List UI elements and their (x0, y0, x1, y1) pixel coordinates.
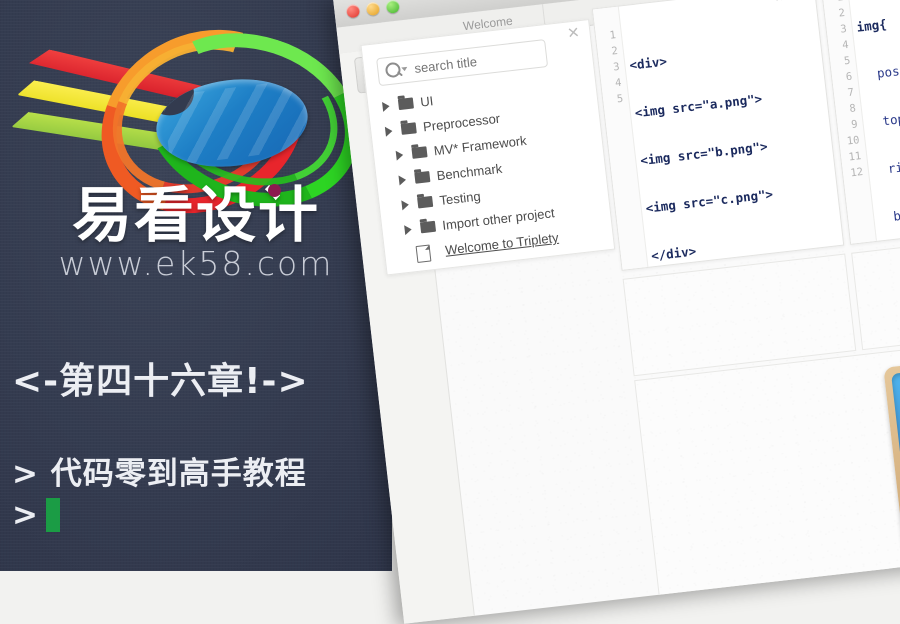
chevron-right-icon[interactable] (401, 199, 410, 211)
chevron-right-icon[interactable] (384, 125, 393, 137)
file-tree-panel: ✕ UI Preprocessor (360, 18, 616, 276)
folder-icon (400, 122, 417, 135)
tree-item-label: UI (419, 93, 435, 110)
chevron-down-icon[interactable] (401, 66, 408, 72)
code-line: right: 0; (872, 142, 900, 179)
code-line: position: absolute; (861, 46, 900, 83)
folder-icon (397, 97, 414, 111)
promo-prompt-line: > (12, 497, 384, 533)
code-line-text: bottom: 0; (892, 202, 900, 224)
chevron-right-icon[interactable] (404, 224, 413, 236)
tree-item-label: Benchmark (435, 160, 503, 184)
code-line-text: <img src="b.png"> (639, 138, 769, 169)
code-line-text: img{ (855, 16, 888, 35)
tree-item-label: Preprocessor (422, 110, 501, 135)
file-icon (415, 244, 432, 263)
editor-window: Welcome HTML CSS ✕ (332, 0, 900, 624)
promo-panel: 易看设计 www.ek58.com <-第四十六章!-> > 代码零到高手教程 … (0, 0, 392, 571)
tree-item-label: Testing (438, 188, 482, 209)
code-line: bottom: 0; (878, 189, 900, 226)
code-line-text: <div> (628, 53, 668, 73)
chevron-right-icon[interactable] (395, 149, 404, 161)
brand-logo-mark (18, 0, 382, 249)
promo-text-block: <-第四十六章!-> > 代码零到高手教程 > (12, 352, 384, 533)
code-line-text: position: absolute; (876, 58, 900, 81)
brand-url: www.ek58.com (58, 244, 334, 283)
search-icon (384, 61, 402, 79)
folder-icon (414, 171, 431, 184)
brand-dot-accent (268, 184, 281, 197)
window-minimize-button[interactable] (365, 1, 381, 17)
terminal-caret (45, 498, 60, 532)
brand-wordmark: 易看设计 (72, 181, 320, 251)
line-number: 5 (616, 92, 624, 106)
close-icon[interactable]: ✕ (566, 24, 581, 42)
file-tree: UI Preprocessor MV* Framework Benchmark (375, 70, 609, 268)
code-line-text: top: 0; (881, 110, 900, 129)
code-line-text: right: 0; (887, 156, 900, 177)
html-editor-pane[interactable]: HTML 1 2 3 4 5 <div> <img src="a.png"> <… (591, 0, 845, 271)
promo-prompt-symbol: > (12, 497, 38, 533)
code-line-text: <img src="a.png"> (634, 90, 763, 121)
code-line: top: 0; (867, 94, 900, 131)
folder-icon (417, 195, 434, 209)
code-line: <img src="c.png"> (645, 180, 834, 217)
folder-icon (419, 220, 437, 234)
code-line: <img src="b.png"> (639, 132, 828, 169)
code-line-text: <img src="c.png"> (644, 186, 774, 216)
folder-icon (411, 146, 428, 159)
code-line: <img src="a.png"> (634, 84, 823, 121)
code-line: <div> (629, 36, 818, 73)
chevron-right-icon[interactable] (398, 174, 407, 186)
code-line-text: </div> (650, 243, 697, 264)
promo-subtitle: > 代码零到高手教程 (12, 456, 307, 492)
chevron-right-icon[interactable] (382, 101, 391, 112)
window-maximize-button[interactable] (385, 0, 401, 14)
code-line: img{ (856, 0, 900, 36)
promo-chapter-title: <-第四十六章!-> (12, 361, 309, 402)
app-window-stage: Welcome HTML CSS ✕ (330, 0, 900, 624)
html-pane-label: HTML (775, 0, 807, 4)
line-number: 12 (849, 165, 864, 180)
html-code-content[interactable]: <div> <img src="a.png"> <img src="b.png"… (625, 5, 843, 297)
window-close-button[interactable] (345, 3, 361, 19)
